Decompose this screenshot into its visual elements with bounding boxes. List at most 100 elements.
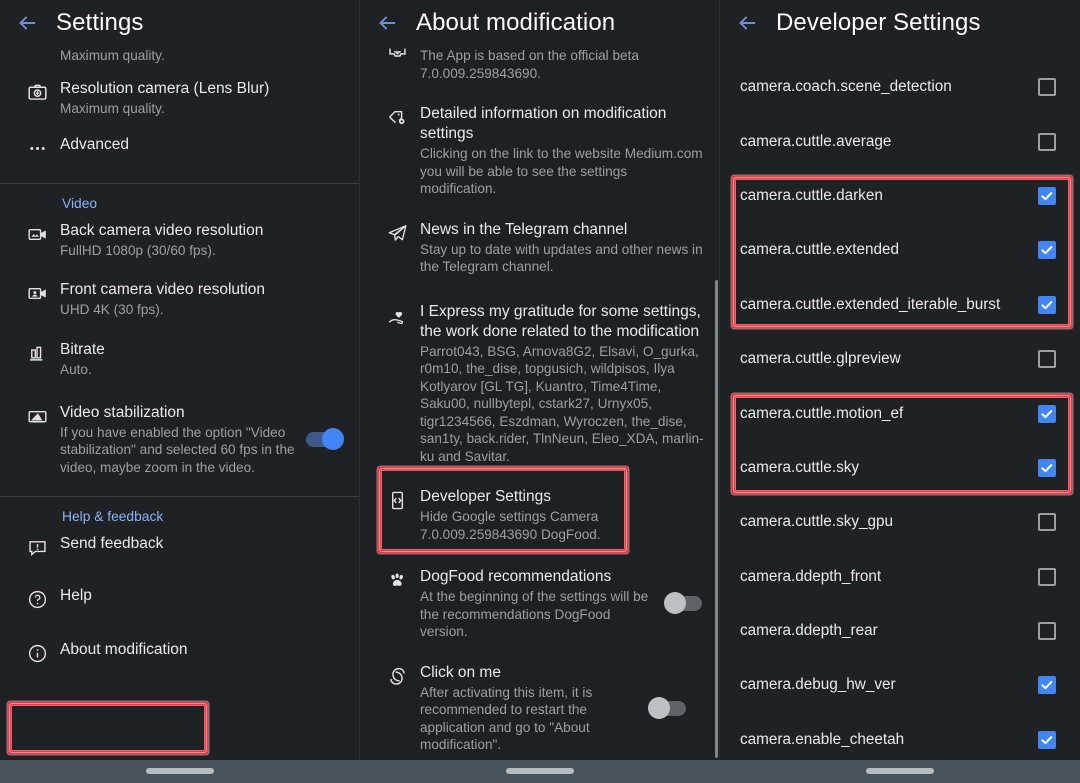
flag-label: camera.coach.scene_detection [740, 78, 952, 96]
flag-label: camera.debug_hw_ver [740, 676, 896, 694]
section-header-help-feedback: Help & feedback [62, 509, 164, 524]
about-header: About modification [360, 0, 720, 46]
flag-row-camera-cuttle-motion-ef[interactable]: camera.cuttle.motion_ef [720, 386, 1080, 440]
info-circle-icon [14, 640, 60, 664]
nav-home-pill-center[interactable] [506, 768, 574, 774]
flag-checkbox[interactable] [1038, 295, 1056, 314]
video-camera-icon [14, 221, 60, 245]
back-arrow-icon[interactable] [10, 6, 44, 40]
list-item-app-version[interactable]: The App is based on the official beta 7.… [360, 46, 720, 104]
list-item-subtitle: Stay up to date with updates and other n… [420, 241, 703, 275]
list-item-title: Detailed information on modification set… [420, 105, 667, 142]
flag-row-camera-cuttle-sky-gpu[interactable]: camera.cuttle.sky_gpu [720, 495, 1080, 549]
page-title: About modification [416, 9, 616, 36]
flag-label: camera.cuttle.extended_iterable_burst [740, 295, 1001, 313]
dogfood-recommendations-toggle[interactable] [664, 592, 702, 615]
tag-gear-icon [374, 104, 420, 128]
flag-checkbox[interactable] [1038, 132, 1056, 151]
toggle-knob [322, 427, 344, 450]
list-item-title: Front camera video resolution [60, 280, 266, 298]
developer-settings-header: Developer Settings [720, 0, 1080, 46]
flag-row-camera-cuttle-sky[interactable]: camera.cuttle.sky [720, 441, 1080, 495]
flag-row-camera-debug-hw-ver[interactable]: camera.debug_hw_ver [720, 658, 1080, 712]
list-item-detailed-information[interactable]: Detailed information on modification set… [360, 104, 720, 220]
page-title: Developer Settings [776, 9, 981, 36]
list-item-back-camera-video-resolution[interactable]: Back camera video resolution FullHD 1080… [0, 221, 360, 280]
bar-chart-icon [14, 340, 60, 364]
flag-row-camera-cuttle-extended-iterable-burst[interactable]: camera.cuttle.extended_iterable_burst [720, 278, 1080, 332]
flag-checkbox[interactable] [1038, 78, 1056, 97]
highlight-box-about-modification [8, 702, 208, 754]
flag-checkbox[interactable] [1038, 513, 1056, 532]
scrollbar-thumb[interactable] [715, 280, 718, 758]
flag-label: camera.ddepth_rear [740, 622, 878, 640]
list-item-subtitle: Parrot043, BSG, Arnova8G2, Elsavi, O_gur… [420, 343, 704, 464]
list-item-front-camera-video-resolution[interactable]: Front camera video resolution UHD 4K (30… [0, 280, 360, 341]
flag-checkbox[interactable] [1038, 186, 1056, 205]
stabilization-icon [14, 403, 60, 427]
nav-home-pill-right[interactable] [866, 768, 934, 774]
back-arrow-icon[interactable] [370, 6, 404, 40]
list-item-video-stabilization[interactable]: Video stabilization If you have enabled … [0, 403, 360, 495]
list-item-help[interactable]: Help [0, 586, 360, 640]
video-camera-front-icon [14, 280, 60, 304]
camera-icon [14, 79, 60, 103]
flag-label: camera.cuttle.sky [740, 458, 860, 476]
list-item-title: Help [60, 587, 92, 604]
list-item-subtitle: Hide Google settings Camera 7.0.009.2598… [420, 509, 601, 542]
list-item-subtitle: The App is based on the official beta 7.… [420, 48, 639, 81]
list-item-send-feedback[interactable]: Send feedback [0, 534, 360, 586]
flag-row-camera-cuttle-extended[interactable]: camera.cuttle.extended [720, 223, 1080, 277]
list-item-title: I Express my gratitude for some settings… [420, 302, 701, 340]
list-item-advanced[interactable]: Advanced [0, 135, 360, 181]
page-title: Settings [56, 9, 144, 36]
list-item-click-on-me[interactable]: Click on me After activating this item, … [360, 663, 720, 754]
nav-home-pill-left[interactable] [146, 768, 214, 774]
flag-row-camera-enable-cheetah[interactable]: camera.enable_cheetah [720, 713, 1080, 767]
flag-row-camera-cuttle-darken[interactable]: camera.cuttle.darken [720, 169, 1080, 223]
list-item-developer-settings[interactable]: Developer Settings Hide Google settings … [360, 487, 720, 567]
list-item-telegram-news[interactable]: News in the Telegram channel Stay up to … [360, 220, 720, 302]
click-on-me-toggle[interactable] [648, 696, 686, 719]
list-item-title: Click on me [420, 663, 501, 681]
list-item-title: Send feedback [60, 535, 164, 552]
flag-checkbox[interactable] [1038, 241, 1056, 260]
list-item-subtitle: At the beginning of the settings will be… [420, 589, 649, 639]
flag-checkbox[interactable] [1038, 730, 1056, 749]
list-item-subtitle: Maximum quality. [60, 100, 165, 116]
flag-row-camera-ddepth-front[interactable]: camera.ddepth_front [720, 550, 1080, 604]
hand-heart-icon [374, 302, 420, 329]
list-item-title: Developer Settings [420, 488, 551, 505]
flag-checkbox[interactable] [1038, 622, 1056, 641]
three-panel-screenshot: Settings Maximum quality. Resolution cam… [0, 0, 1080, 783]
flag-row-camera-ddepth-rear[interactable]: camera.ddepth_rear [720, 604, 1080, 658]
list-item-subtitle: Auto. [60, 362, 92, 377]
back-arrow-icon[interactable] [730, 6, 764, 40]
list-item-about-modification[interactable]: About modification [0, 640, 360, 674]
list-item[interactable]: Maximum quality. [0, 46, 360, 79]
list-item-subtitle: If you have enabled the option "Video st… [60, 424, 295, 475]
developer-mode-icon [374, 487, 420, 511]
flag-label: camera.cuttle.darken [740, 186, 883, 204]
flag-label: camera.enable_cheetah [740, 730, 905, 748]
panel-settings: Settings Maximum quality. Resolution cam… [0, 0, 360, 783]
spiral-icon [374, 663, 420, 687]
flag-row-camera-cuttle-average[interactable]: camera.cuttle.average [720, 114, 1080, 168]
flag-checkbox[interactable] [1038, 676, 1056, 695]
telegram-icon [374, 220, 420, 244]
list-item-bitrate[interactable]: Bitrate Auto. [0, 340, 360, 403]
flag-row-camera-cuttle-glpreview[interactable]: camera.cuttle.glpreview [720, 332, 1080, 386]
inbox-icon [374, 46, 420, 67]
list-item-gratitude[interactable]: I Express my gratitude for some settings… [360, 302, 720, 488]
flag-checkbox[interactable] [1038, 404, 1056, 423]
flag-checkbox[interactable] [1038, 350, 1056, 369]
flag-row-camera-coach-scene-detection[interactable]: camera.coach.scene_detection [720, 60, 1080, 114]
flag-label: camera.cuttle.average [740, 132, 892, 150]
flag-checkbox[interactable] [1038, 567, 1056, 586]
list-item-dogfood-recommendations[interactable]: DogFood recommendations At the beginning… [360, 567, 720, 663]
flag-label: camera.ddepth_front [740, 567, 882, 585]
flag-checkbox[interactable] [1038, 458, 1056, 477]
list-item-title: News in the Telegram channel [420, 220, 628, 238]
list-item-resolution-camera[interactable]: Resolution camera (Lens Blur) Maximum qu… [0, 79, 360, 136]
video-stabilization-toggle[interactable] [306, 427, 344, 450]
